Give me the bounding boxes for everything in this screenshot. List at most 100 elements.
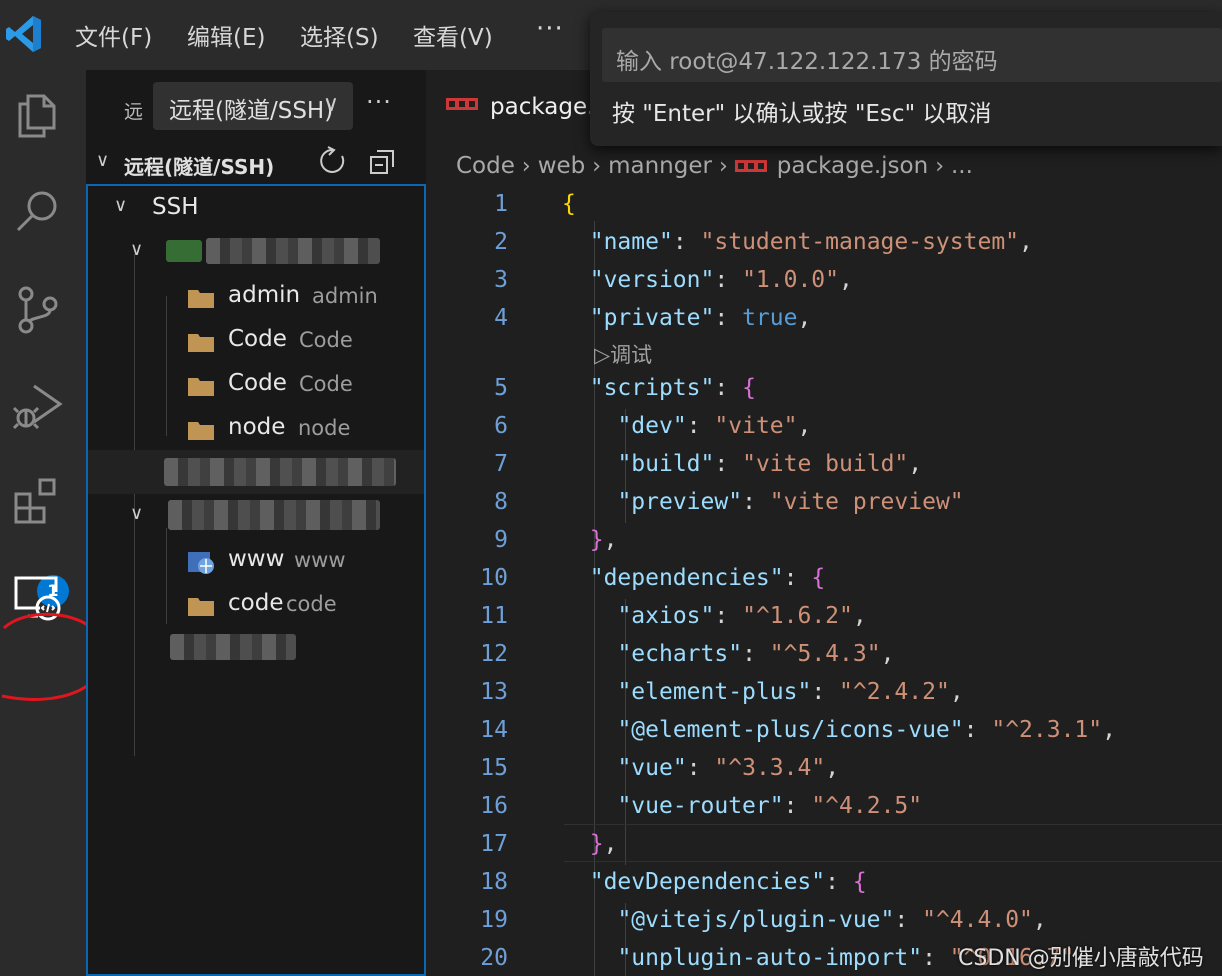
breadcrumb-item[interactable]: package.json xyxy=(777,153,928,179)
line-text: "scripts": { xyxy=(589,375,756,401)
line-number: 3 xyxy=(494,267,508,293)
code-line: 14 "@element-plus/icons-vue": "^2.3.1", xyxy=(426,711,1222,749)
tree-item-folder[interactable]: code code xyxy=(88,582,424,626)
breadcrumb-item[interactable]: Code xyxy=(456,153,515,179)
code-line: 1{ xyxy=(426,185,1222,223)
collapse-all-icon[interactable] xyxy=(368,148,396,176)
refresh-icon[interactable] xyxy=(318,146,348,176)
tree-item-host[interactable] xyxy=(88,450,424,494)
code-line: 10 "dependencies": { xyxy=(426,559,1222,597)
menu-edit[interactable]: 编辑(E) xyxy=(187,18,265,52)
run-debug-icon[interactable] xyxy=(10,378,66,434)
search-icon[interactable] xyxy=(10,184,66,240)
chevron-down-icon: ∨ xyxy=(322,92,339,117)
line-text: "@element-plus/icons-vue": "^2.3.1", xyxy=(617,717,1116,743)
line-number: 15 xyxy=(480,755,508,781)
line-text: "@vitejs/plugin-vue": "^4.4.0", xyxy=(617,907,1047,933)
line-text: }, xyxy=(589,527,618,553)
line-number: 11 xyxy=(480,603,508,629)
line-text: "build": "vite build", xyxy=(617,451,923,477)
tree-item-ssh[interactable]: ∨ SSH xyxy=(88,186,424,230)
tree-item-folder[interactable]: node node xyxy=(88,406,424,450)
sidebar-header-title: 远 xyxy=(124,101,144,123)
password-input[interactable]: 输入 root@47.122.122.173 的密码 xyxy=(602,28,1222,82)
code-line: 12 "echarts": "^5.4.3", xyxy=(426,635,1222,673)
tree-item-folder[interactable]: www www xyxy=(88,538,424,582)
code-line: 5 "scripts": { xyxy=(426,369,1222,407)
line-number: 12 xyxy=(480,641,508,667)
chevron-down-icon: ∨ xyxy=(96,150,110,171)
breadcrumb-item[interactable]: mannger xyxy=(608,153,712,179)
quick-input-message: 按 "Enter" 以确认或按 "Esc" 以取消 xyxy=(612,101,992,127)
code-line: 6 "dev": "vite", xyxy=(426,407,1222,445)
breadcrumb-item[interactable]: web xyxy=(538,153,586,179)
extensions-icon[interactable] xyxy=(10,472,66,528)
line-text: }, xyxy=(589,831,618,857)
tree-item-description: node xyxy=(298,416,351,440)
tree-item-description: Code xyxy=(299,372,353,396)
line-text: "vue": "^3.3.4", xyxy=(617,755,840,781)
vscode-logo-icon xyxy=(6,16,41,52)
tree-item-label: code xyxy=(228,590,284,616)
host-status-icon xyxy=(166,240,202,262)
line-number: 4 xyxy=(494,305,508,331)
tree-item-label: www xyxy=(228,546,285,572)
section-header[interactable]: ∨ 远程(隧道/SSH) xyxy=(86,142,426,184)
folder-icon xyxy=(188,598,214,616)
line-number: 1 xyxy=(494,191,508,217)
line-text: "element-plus": "^2.4.2", xyxy=(617,679,964,705)
line-text: "private": true, xyxy=(589,305,812,331)
tree-item-folder[interactable]: Code Code xyxy=(88,362,424,406)
remote-explorer-sidebar: 远 远程(隧道/SSH) ∨ ··· ∨ 远程(隧道/SSH) ∨ SSH ∨ … xyxy=(86,70,426,976)
tree-item-host[interactable] xyxy=(88,626,424,670)
menu-selection[interactable]: 选择(S) xyxy=(300,18,379,52)
line-number: 9 xyxy=(494,527,508,553)
redacted-hostname xyxy=(168,500,380,530)
tree-item-folder[interactable]: Code Code xyxy=(88,318,424,362)
explorer-icon[interactable] xyxy=(10,88,66,144)
code-editor[interactable]: ▷调试 1{2 "name": "student-manage-system",… xyxy=(426,185,1222,976)
code-line: 11 "axios": "^1.6.2", xyxy=(426,597,1222,635)
menu-view[interactable]: 查看(V) xyxy=(413,18,493,52)
password-quick-input: 输入 root@47.122.122.173 的密码 按 "Enter" 以确认… xyxy=(590,12,1222,146)
source-control-icon[interactable] xyxy=(10,282,66,338)
tree-item-folder[interactable]: admin admin xyxy=(88,274,424,318)
remote-type-dropdown[interactable]: 远程(隧道/SSH) ∨ xyxy=(153,82,353,130)
breadcrumb-item[interactable]: ... xyxy=(951,153,973,179)
line-text: "axios": "^1.6.2", xyxy=(617,603,867,629)
line-text: "version": "1.0.0", xyxy=(589,267,853,293)
remote-type-value: 远程(隧道/SSH) xyxy=(169,98,334,124)
chevron-right-icon: › xyxy=(935,153,944,179)
tree-item-label: node xyxy=(228,414,286,440)
line-text: "preview": "vite preview" xyxy=(617,489,964,515)
line-text: "vue-router": "^4.2.5" xyxy=(617,793,923,819)
code-line: 18 "devDependencies": { xyxy=(426,863,1222,901)
code-line: 2 "name": "student-manage-system", xyxy=(426,223,1222,261)
redacted-hostname xyxy=(206,238,380,264)
npm-icon xyxy=(734,160,767,172)
code-line: 15 "vue": "^3.3.4", xyxy=(426,749,1222,787)
tree-item-host[interactable]: ∨ xyxy=(88,494,424,538)
tree-item-host[interactable]: ∨ xyxy=(88,230,424,274)
sidebar-more-button[interactable]: ··· xyxy=(366,88,392,116)
code-line: 17 }, xyxy=(426,825,1222,863)
line-text: "echarts": "^5.4.3", xyxy=(617,641,895,667)
remote-tree: ∨ SSH ∨ admin admin Code Code Code Code … xyxy=(86,184,426,976)
menu-more-button[interactable]: ··· xyxy=(536,14,564,44)
code-line: 8 "preview": "vite preview" xyxy=(426,483,1222,521)
section-title: 远程(隧道/SSH) xyxy=(124,155,275,179)
folder-icon xyxy=(188,422,214,440)
web-folder-icon xyxy=(188,552,214,574)
line-number: 2 xyxy=(494,229,508,255)
codelens-debug[interactable]: ▷调试 xyxy=(594,337,652,373)
folder-icon xyxy=(188,334,214,352)
folder-icon xyxy=(188,378,214,396)
code-line: 3 "version": "1.0.0", xyxy=(426,261,1222,299)
line-number: 19 xyxy=(480,907,508,933)
chevron-right-icon: › xyxy=(521,153,531,179)
chevron-right-icon: › xyxy=(718,153,728,179)
editor-area: package.json Code › web › mannger › pack… xyxy=(426,70,1222,976)
line-text: "dependencies": { xyxy=(589,565,826,591)
line-text: "devDependencies": { xyxy=(589,869,867,895)
menu-file[interactable]: 文件(F) xyxy=(75,18,152,52)
